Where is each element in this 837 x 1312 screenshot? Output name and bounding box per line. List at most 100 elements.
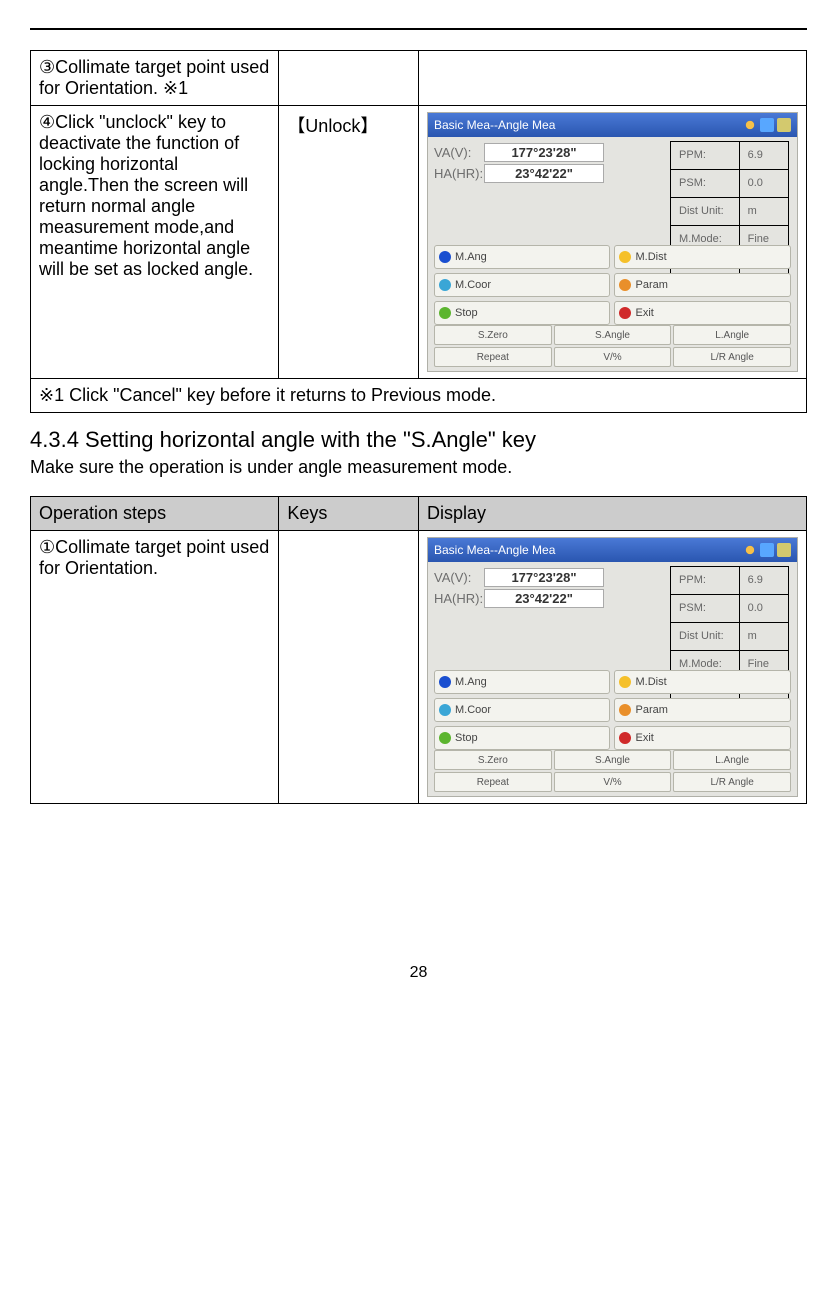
mcoor-label: M.Coor [455,279,491,291]
psm-value: 0.0 [739,594,788,622]
table-header-row: Operation steps Keys Display [31,497,807,531]
circle-icon [619,279,631,291]
exit-label: Exit [635,732,653,744]
psm-label: PSM: [671,594,740,622]
circle-icon [619,704,631,716]
mcoor-label: M.Coor [455,704,491,716]
stop-label: Stop [455,732,478,744]
mang-button[interactable]: M.Ang [434,245,611,269]
device-titlebar: Basic Mea--Angle Mea [428,113,797,137]
sangle-key[interactable]: S.Angle [554,325,672,345]
display-cell [418,51,806,106]
step-cell: ④Click "unclock" key to deactivate the f… [31,106,279,379]
table-row: ④Click "unclock" key to deactivate the f… [31,106,807,379]
distunit-value: m [739,197,788,225]
gear-icon [743,118,757,132]
mang-button[interactable]: M.Ang [434,670,611,694]
stop-button[interactable]: Stop [434,301,611,325]
header-keys: Keys [279,497,419,531]
mcoor-button[interactable]: M.Coor [434,273,611,297]
exit-label: Exit [635,307,653,319]
langle-key[interactable]: L.Angle [673,325,791,345]
distunit-value: m [739,622,788,650]
stop-label: Stop [455,307,478,319]
display-cell: Basic Mea--Angle Mea VA(V): 177°23'28" [418,531,806,804]
szero-key[interactable]: S.Zero [434,325,552,345]
mdist-button[interactable]: M.Dist [614,245,791,269]
key-icon [777,543,791,557]
repeat-key[interactable]: Repeat [434,772,552,792]
sangle-key[interactable]: S.Angle [554,750,672,770]
langle-key[interactable]: L.Angle [673,750,791,770]
circle-icon [439,704,451,716]
page: ③Collimate target point used for Orienta… [0,0,837,1022]
param-button[interactable]: Param [614,698,791,722]
bluetooth-icon [760,118,774,132]
gear-icon [743,543,757,557]
psm-label: PSM: [671,169,740,197]
va-value: 177°23'28" [484,143,604,162]
device-keys: S.Zero S.Angle L.Angle Repeat V/% L/R An… [428,750,797,792]
circle-icon [439,279,451,291]
mdist-button[interactable]: M.Dist [614,670,791,694]
mdist-label: M.Dist [635,676,666,688]
lrangle-key[interactable]: L/R Angle [673,772,791,792]
exit-button[interactable]: Exit [614,726,791,750]
va-value: 177°23'28" [484,568,604,587]
key-cell [279,531,419,804]
mang-label: M.Ang [455,251,487,263]
va-label: VA(V): [434,145,484,160]
step-cell: ①Collimate target point used for Orienta… [31,531,279,804]
circle-icon [439,307,451,319]
distunit-label: Dist Unit: [671,197,740,225]
section-heading: 4.3.4 Setting horizontal angle with the … [30,427,807,453]
table-unlock: ③Collimate target point used for Orienta… [30,50,807,413]
ppm-value: 6.9 [739,567,788,595]
ha-value: 23°42'22" [484,164,604,183]
ha-value: 23°42'22" [484,589,604,608]
header-display: Display [418,497,806,531]
param-label: Param [635,279,667,291]
ha-label: HA(HR): [434,591,484,606]
device-title: Basic Mea--Angle Mea [434,543,555,557]
repeat-key[interactable]: Repeat [434,347,552,367]
step-cell: ③Collimate target point used for Orienta… [31,51,279,106]
display-cell: Basic Mea--Angle Mea VA(V): 177°23'28" [418,106,806,379]
table-row: ※1 Click "Cancel" key before it returns … [31,379,807,413]
device-keys: S.Zero S.Angle L.Angle Repeat V/% L/R An… [428,325,797,367]
circle-icon [439,732,451,744]
table-sangle: Operation steps Keys Display ①Collimate … [30,496,807,804]
ha-label: HA(HR): [434,166,484,181]
bluetooth-icon [760,543,774,557]
device-screenshot: Basic Mea--Angle Mea VA(V): 177°23'28" [427,112,798,372]
table-row: ③Collimate target point used for Orienta… [31,51,807,106]
ppm-label: PPM: [671,142,740,170]
vpct-key[interactable]: V/% [554,772,672,792]
note-cell: ※1 Click "Cancel" key before it returns … [31,379,807,413]
psm-value: 0.0 [739,169,788,197]
circle-icon [439,251,451,263]
param-label: Param [635,704,667,716]
exit-button[interactable]: Exit [614,301,791,325]
circle-icon [619,676,631,688]
stop-button[interactable]: Stop [434,726,611,750]
section-intro: Make sure the operation is under angle m… [30,457,807,478]
key-cell [279,51,419,106]
distunit-label: Dist Unit: [671,622,740,650]
szero-key[interactable]: S.Zero [434,750,552,770]
page-number: 28 [30,964,807,982]
circle-icon [439,676,451,688]
top-rule [30,28,807,30]
device-buttons: M.Ang M.Dist M.Coor Param Stop Exit [428,670,797,750]
circle-icon [619,307,631,319]
circle-icon [619,732,631,744]
mcoor-button[interactable]: M.Coor [434,698,611,722]
param-button[interactable]: Param [614,273,791,297]
device-screenshot: Basic Mea--Angle Mea VA(V): 177°23'28" [427,537,798,797]
vpct-key[interactable]: V/% [554,347,672,367]
ppm-label: PPM: [671,567,740,595]
device-titlebar: Basic Mea--Angle Mea [428,538,797,562]
lrangle-key[interactable]: L/R Angle [673,347,791,367]
key-icon [777,118,791,132]
header-steps: Operation steps [31,497,279,531]
